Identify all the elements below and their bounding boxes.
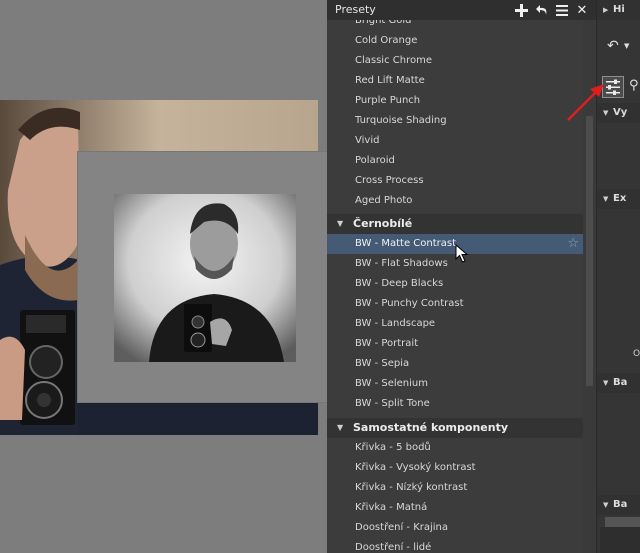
undo-icon[interactable]: ↶: [607, 38, 619, 54]
section-title: Ba: [613, 377, 628, 388]
preset-preview-popup: [77, 151, 330, 403]
preset-item[interactable]: BW - Sepia: [327, 354, 583, 374]
preset-item-label: BW - Matte Contrast: [355, 238, 457, 249]
slider-label: O: [633, 349, 640, 359]
preset-item[interactable]: BW - Punchy Contrast: [327, 294, 583, 314]
preset-item[interactable]: BW - Split Tone: [327, 394, 583, 414]
preset-item[interactable]: BW - Deep Blacks: [327, 274, 583, 294]
app-window: Presety ✕ Bright Gold Cold Orange Classi…: [0, 0, 640, 553]
scrollbar-thumb[interactable]: [586, 116, 593, 386]
preset-item[interactable]: Red Lift Matte: [327, 71, 583, 91]
right-panel-footer-bar: [605, 517, 640, 527]
presets-panel: Presety ✕ Bright Gold Cold Orange Classi…: [327, 0, 596, 553]
group-header-components[interactable]: ▼ Samostatné komponenty: [327, 418, 583, 438]
section-title: Ba: [613, 499, 628, 510]
preset-item[interactable]: Cross Process: [327, 171, 583, 191]
favorite-star-icon[interactable]: ☆: [567, 235, 579, 253]
group-header-bw[interactable]: ▼ Černobílé: [327, 214, 583, 234]
presets-list: Bright Gold Cold Orange Classic Chrome R…: [327, 20, 583, 553]
section-title: Ex: [613, 193, 627, 204]
preset-item[interactable]: Doostření - lidé: [327, 538, 583, 553]
preset-item[interactable]: Křivka - Nízký kontrast: [327, 478, 583, 498]
expand-arrow-icon: ▶: [603, 6, 609, 14]
preset-item[interactable]: Křivka - Matná: [327, 498, 583, 518]
preset-item[interactable]: Polaroid: [327, 151, 583, 171]
collapse-arrow-icon[interactable]: ▼: [337, 214, 343, 234]
group-title: Černobílé: [353, 217, 413, 230]
collapse-arrow-icon: ▼: [603, 379, 609, 387]
preset-item[interactable]: Bright Gold: [327, 20, 583, 31]
chevron-down-icon[interactable]: ▼: [624, 42, 629, 50]
collapse-arrow-icon: ▼: [603, 195, 609, 203]
preset-item[interactable]: BW - Portrait: [327, 334, 583, 354]
footer-strip: [600, 527, 640, 553]
preset-item[interactable]: Cold Orange: [327, 31, 583, 51]
section-title: Hi: [613, 4, 625, 15]
preset-item[interactable]: Classic Chrome: [327, 51, 583, 71]
preset-item[interactable]: Křivka - Vysoký kontrast: [327, 458, 583, 478]
section-title: Vy: [613, 107, 628, 118]
presets-header: Presety ✕: [327, 0, 596, 20]
section-header[interactable]: ▶ Hi: [597, 0, 640, 20]
group-title: Samostatné komponenty: [353, 421, 508, 434]
collapse-arrow-icon: ▼: [603, 501, 609, 509]
add-preset-icon[interactable]: [513, 1, 529, 19]
preset-item[interactable]: Turquoise Shading: [327, 111, 583, 131]
menu-icon[interactable]: [554, 1, 570, 19]
preset-item[interactable]: Vivid: [327, 131, 583, 151]
mouse-cursor-icon: [455, 244, 469, 263]
preset-item[interactable]: Purple Punch: [327, 91, 583, 111]
undo-preset-icon[interactable]: [533, 1, 549, 19]
presets-title: Presety: [335, 3, 376, 16]
section-header[interactable]: ▼ Ex: [597, 189, 640, 209]
section-header[interactable]: ▼ Ba: [597, 373, 640, 393]
preset-item[interactable]: Aged Photo: [327, 191, 583, 211]
section-header[interactable]: ▼ Ba: [597, 495, 640, 515]
preset-item[interactable]: Doostření - Krajina: [327, 518, 583, 538]
close-icon[interactable]: ✕: [574, 1, 590, 19]
annotation-arrow-icon: [567, 84, 604, 121]
preset-item[interactable]: Křivka - 5 bodů: [327, 438, 583, 458]
bw-preview-image: [114, 194, 296, 362]
collapse-arrow-icon[interactable]: ▼: [337, 418, 343, 438]
preset-item[interactable]: BW - Selenium: [327, 374, 583, 394]
photo-canvas[interactable]: [0, 0, 330, 553]
magic-wand-icon[interactable]: ⚲: [629, 78, 639, 93]
preset-item[interactable]: BW - Landscape: [327, 314, 583, 334]
